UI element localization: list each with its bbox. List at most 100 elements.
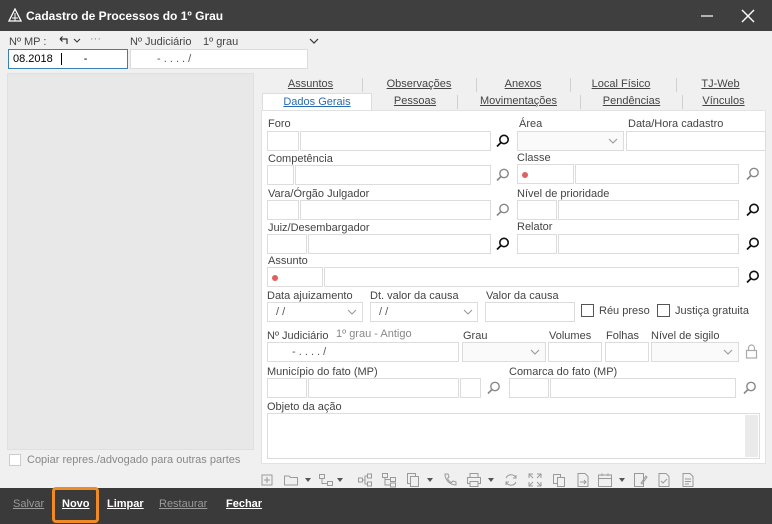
vara-search-icon[interactable] xyxy=(495,202,511,218)
file-copy-icon[interactable] xyxy=(551,472,567,488)
calendar-dropdown-icon[interactable] xyxy=(619,478,625,482)
hierarchy-icon[interactable] xyxy=(318,472,334,488)
close-icon[interactable] xyxy=(738,6,758,26)
juiz-search-icon[interactable] xyxy=(495,236,511,252)
classe-label: Classe xyxy=(517,152,551,164)
competencia-code-input[interactable] xyxy=(267,165,294,185)
dt-valor-chevron-icon[interactable] xyxy=(463,307,473,317)
tab-dados-gerais[interactable]: Dados Gerais xyxy=(262,93,372,111)
doc-check-icon[interactable] xyxy=(656,472,672,488)
juiz-input[interactable] xyxy=(308,234,491,254)
limpar-button[interactable]: Limpar xyxy=(107,498,144,510)
add-part-icon[interactable] xyxy=(259,472,275,488)
volumes-input[interactable] xyxy=(548,342,602,362)
mp-input[interactable]: 08.2018 - xyxy=(8,49,128,69)
relator-code-input[interactable] xyxy=(517,234,557,254)
form-judiciario-input[interactable]: - . . . . / xyxy=(267,342,459,362)
file-move-icon[interactable] xyxy=(575,472,591,488)
comarca-code-input[interactable] xyxy=(509,378,549,398)
copy-repres-label: Copiar repres./advogado para outras part… xyxy=(27,454,241,466)
judiciario-input[interactable]: - . . . . / xyxy=(130,49,308,69)
mp-label: Nº MP : xyxy=(9,36,47,48)
relator-input[interactable] xyxy=(558,234,739,254)
network-icon[interactable] xyxy=(357,472,373,488)
lock-icon[interactable] xyxy=(745,344,758,359)
objeto-scrollbar[interactable] xyxy=(745,415,758,457)
tab-vinculos[interactable]: Vínculos xyxy=(685,93,762,110)
documents-icon[interactable] xyxy=(405,472,421,488)
novo-button[interactable]: Novo xyxy=(62,498,90,510)
sigilo-chevron-icon[interactable] xyxy=(723,347,733,357)
calendar-icon[interactable] xyxy=(597,472,613,488)
municipio-input[interactable] xyxy=(308,378,459,398)
municipio-code-input[interactable] xyxy=(267,378,307,398)
doc-list-icon[interactable] xyxy=(680,472,696,488)
tab-assuntos[interactable]: Assuntos xyxy=(262,76,359,93)
phone-icon[interactable] xyxy=(442,472,458,488)
tree-icon[interactable] xyxy=(381,472,397,488)
tab-pendencias[interactable]: Pendências xyxy=(583,93,680,110)
vara-code-input[interactable] xyxy=(267,200,299,220)
comarca-search-icon[interactable] xyxy=(742,380,758,396)
assunto-search-icon[interactable] xyxy=(745,269,761,285)
more-options-icon[interactable]: ··· xyxy=(90,33,101,45)
objeto-textarea[interactable] xyxy=(267,413,760,459)
folder-dropdown-icon[interactable] xyxy=(305,478,311,482)
fechar-button[interactable]: Fechar xyxy=(226,498,262,510)
documents-dropdown-icon[interactable] xyxy=(427,478,433,482)
classe-input[interactable] xyxy=(575,164,739,184)
hierarchy-dropdown-icon[interactable] xyxy=(337,478,343,482)
dt-valor-input[interactable]: / / xyxy=(370,302,478,322)
print-icon[interactable] xyxy=(466,472,482,488)
competencia-search-icon[interactable] xyxy=(495,167,511,183)
parties-panel[interactable] xyxy=(7,73,254,450)
prioridade-search-icon[interactable] xyxy=(745,202,761,218)
tab-tj-web[interactable]: TJ-Web xyxy=(679,76,762,93)
tab-movimentacoes[interactable]: Movimentações xyxy=(460,93,577,110)
vara-input[interactable] xyxy=(300,200,491,220)
justica-gratuita-checkbox[interactable] xyxy=(657,304,670,317)
reu-preso-label: Réu preso xyxy=(599,305,650,317)
comarca-label: Comarca do fato (MP) xyxy=(509,366,618,378)
dropdown-arrow-icon[interactable] xyxy=(73,38,81,44)
juiz-code-input[interactable] xyxy=(267,234,307,254)
copy-repres-checkbox[interactable] xyxy=(9,454,21,466)
tab-pessoas[interactable]: Pessoas xyxy=(375,93,455,110)
print-dropdown-icon[interactable] xyxy=(488,478,494,482)
minimize-icon[interactable] xyxy=(697,6,717,26)
justica-gratuita-label: Justiça gratuita xyxy=(675,305,749,317)
vara-label: Vara/Órgão Julgador xyxy=(268,188,370,200)
expand-icon[interactable] xyxy=(527,472,543,488)
tab-anexos[interactable]: Anexos xyxy=(479,76,567,93)
undo-icon[interactable] xyxy=(57,34,69,46)
restaurar-button[interactable]: Restaurar xyxy=(159,498,207,510)
data-hora-label: Data/Hora cadastro xyxy=(628,118,724,130)
foro-input[interactable] xyxy=(300,131,491,151)
foro-search-icon[interactable] xyxy=(495,133,511,149)
refresh-icon[interactable] xyxy=(503,472,519,488)
municipio-search-icon[interactable] xyxy=(486,380,502,396)
comarca-input[interactable] xyxy=(550,378,736,398)
assunto-input[interactable] xyxy=(324,267,739,287)
folhas-input[interactable] xyxy=(605,342,649,362)
salvar-button[interactable]: Salvar xyxy=(13,498,44,510)
grau-chevron-down-icon[interactable] xyxy=(309,36,319,46)
edit-doc-icon[interactable] xyxy=(632,472,648,488)
classe-search-icon[interactable] xyxy=(745,166,761,182)
data-ajuizamento-chevron-icon[interactable] xyxy=(347,307,357,317)
municipio-extra-input[interactable] xyxy=(460,378,481,398)
grau-field-chevron-icon[interactable] xyxy=(530,347,540,357)
valor-causa-input[interactable] xyxy=(485,302,575,322)
competencia-input[interactable] xyxy=(295,165,491,185)
reu-preso-checkbox[interactable] xyxy=(581,304,594,317)
prioridade-input[interactable] xyxy=(558,200,739,220)
folder-icon[interactable] xyxy=(283,472,299,488)
tab-observacoes[interactable]: Observações xyxy=(365,76,473,93)
tab-local-fisico[interactable]: Local Físico xyxy=(573,76,669,93)
prioridade-code-input[interactable] xyxy=(517,200,557,220)
data-hora-input[interactable] xyxy=(626,131,766,151)
relator-search-icon[interactable] xyxy=(745,236,761,252)
foro-code-input[interactable] xyxy=(267,131,299,151)
relator-label: Relator xyxy=(517,221,553,233)
area-chevron-down-icon[interactable] xyxy=(608,136,618,146)
